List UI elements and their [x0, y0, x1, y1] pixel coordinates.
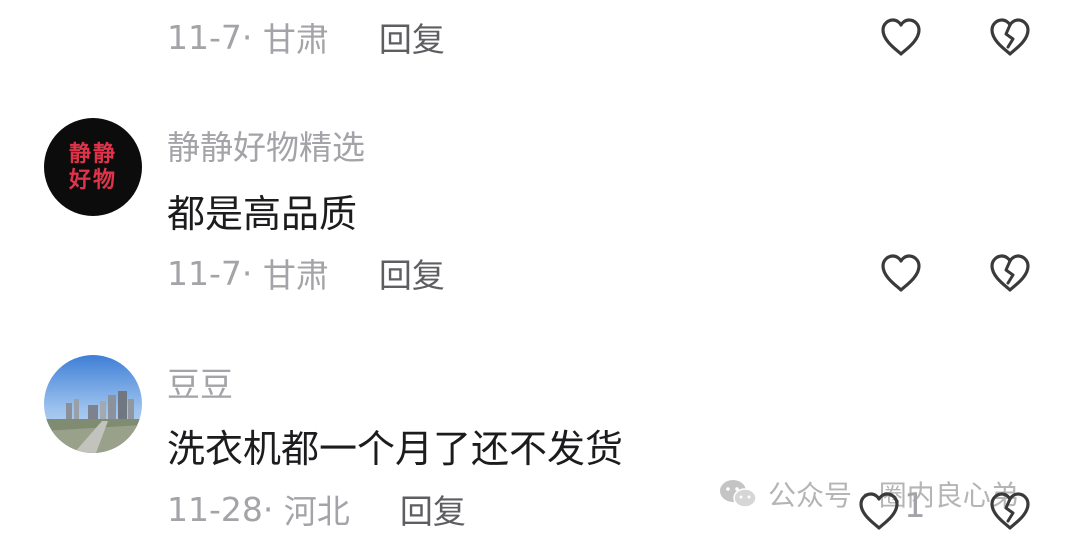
comment-text: 洗衣机都一个月了还不发货	[167, 427, 624, 471]
dislike-button[interactable]	[987, 488, 1033, 534]
broken-heart-icon	[990, 18, 1030, 56]
meta-separator: ·	[241, 17, 263, 57]
avatar-logo-text: 静静好物	[68, 141, 117, 193]
dislike-button[interactable]	[987, 250, 1033, 296]
comment-meta: 11-28 · 河北 回复	[167, 484, 466, 534]
comment-location: 甘肃	[262, 20, 329, 59]
avatar[interactable]	[44, 355, 142, 453]
heart-icon	[881, 254, 921, 292]
wechat-icon	[718, 478, 758, 510]
like-button[interactable]	[856, 488, 902, 534]
avatar[interactable]: 静静好物	[44, 118, 142, 216]
comment-meta: 11-7 · 甘肃 回复	[167, 12, 445, 62]
avatar-city-photo	[44, 355, 142, 453]
comment-date: 11-28	[167, 489, 263, 529]
like-button[interactable]	[878, 250, 924, 296]
heart-icon	[881, 18, 921, 56]
dislike-button[interactable]	[987, 14, 1033, 60]
meta-separator: ·	[241, 253, 263, 293]
comment-username[interactable]: 豆豆	[167, 358, 233, 406]
broken-heart-icon	[990, 254, 1030, 292]
comment-list: 11-7 · 甘肃 回复 静静好物 静静好物精选 都是高品质 11-7 · 甘肃…	[0, 0, 1080, 538]
like-count: 1	[904, 486, 926, 526]
comment-location: 河北	[283, 492, 350, 531]
reply-button[interactable]: 回复	[379, 249, 445, 297]
meta-separator: ·	[262, 489, 284, 529]
broken-heart-icon	[990, 492, 1030, 530]
comment-meta: 11-7 · 甘肃 回复	[167, 248, 445, 298]
heart-icon	[859, 492, 899, 530]
reply-button[interactable]: 回复	[400, 485, 466, 533]
comment-date: 11-7	[167, 253, 242, 293]
comment-text: 都是高品质	[167, 192, 358, 236]
comment-username[interactable]: 静静好物精选	[167, 121, 365, 169]
like-button[interactable]	[878, 14, 924, 60]
reply-button[interactable]: 回复	[379, 13, 445, 61]
comment-date: 11-7	[167, 17, 242, 57]
comment-location: 甘肃	[262, 256, 329, 295]
